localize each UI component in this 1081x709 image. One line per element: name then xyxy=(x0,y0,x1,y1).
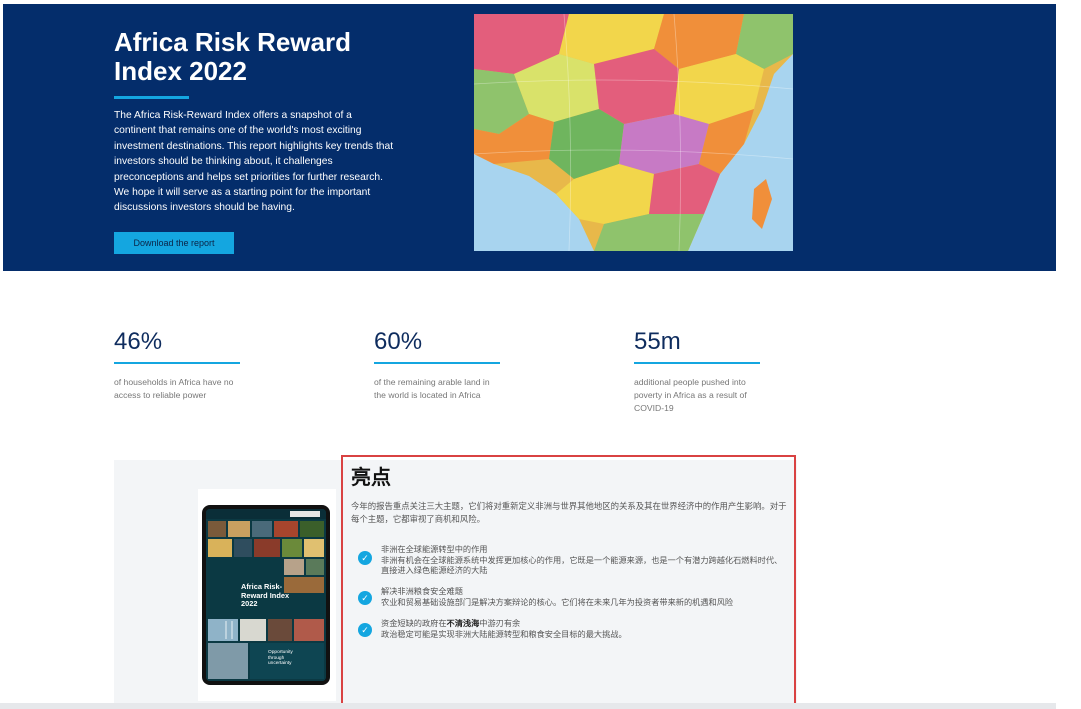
africa-map-illustration xyxy=(474,14,793,251)
stat-divider xyxy=(374,362,500,364)
africa-map-image xyxy=(474,14,793,251)
highlight-heading: 非洲在全球能源转型中的作用 xyxy=(381,545,488,554)
download-report-button[interactable]: Download the report xyxy=(114,232,234,254)
stat-divider xyxy=(634,362,760,364)
stat-description: of the remaining arable land in the worl… xyxy=(374,377,490,400)
stat-value: 46% xyxy=(114,328,163,355)
highlights-intro: 今年的报告重点关注三大主题，它们将对重新定义非洲与世界其他地区的关系及其在世界经… xyxy=(351,501,787,524)
check-circle-icon: ✓ xyxy=(358,551,372,565)
page-bottom-strip xyxy=(0,703,1056,709)
stat-households-power: 46% of households in Africa have no acce… xyxy=(114,328,244,402)
report-cover-title: Africa Risk-Reward Index 2022 xyxy=(241,582,290,609)
stat-poverty-covid: 55m additional people pushed into povert… xyxy=(634,328,764,415)
hero-banner: Africa Risk Reward Index 2022 The Africa… xyxy=(3,4,1056,271)
hero-divider xyxy=(114,96,189,99)
highlight-heading: 解决非洲粮食安全难题 xyxy=(381,587,463,596)
highlight-body: 非洲有机会在全球能源系统中发挥更加核心的作用，它既是一个能源来源，也是一个有潜力… xyxy=(381,555,783,576)
highlight-emphasis: 不清浅海 xyxy=(446,619,480,628)
highlight-body: 农业和贸易基础设施部门是解决方案辩论的核心。它们将在未来几年为投资者带来新的机遇… xyxy=(381,597,734,607)
check-circle-icon: ✓ xyxy=(358,591,372,605)
hero-title: Africa Risk Reward Index 2022 xyxy=(114,27,351,86)
stat-value: 55m xyxy=(634,328,681,355)
highlight-heading: 资金短缺的政府在不清浅海中游刃有余 xyxy=(381,619,521,628)
stat-value: 60% xyxy=(374,328,423,355)
stat-description: additional people pushed into poverty in… xyxy=(634,377,747,413)
report-cover-subtitle: Opportunity through uncertainty xyxy=(268,650,293,667)
hero-description: The Africa Risk-Reward Index offers a sn… xyxy=(114,110,394,214)
highlight-body: 政治稳定可能是实现非洲大陆能源转型和粮食安全目标的最大挑战。 xyxy=(381,629,627,639)
highlights-selection-outline xyxy=(341,455,796,709)
stat-description: of households in Africa have no access t… xyxy=(114,377,234,400)
stat-arable-land: 60% of the remaining arable land in the … xyxy=(374,328,504,402)
stat-divider xyxy=(114,362,240,364)
highlights-title: 亮点 xyxy=(351,467,391,489)
check-circle-icon: ✓ xyxy=(358,623,372,637)
